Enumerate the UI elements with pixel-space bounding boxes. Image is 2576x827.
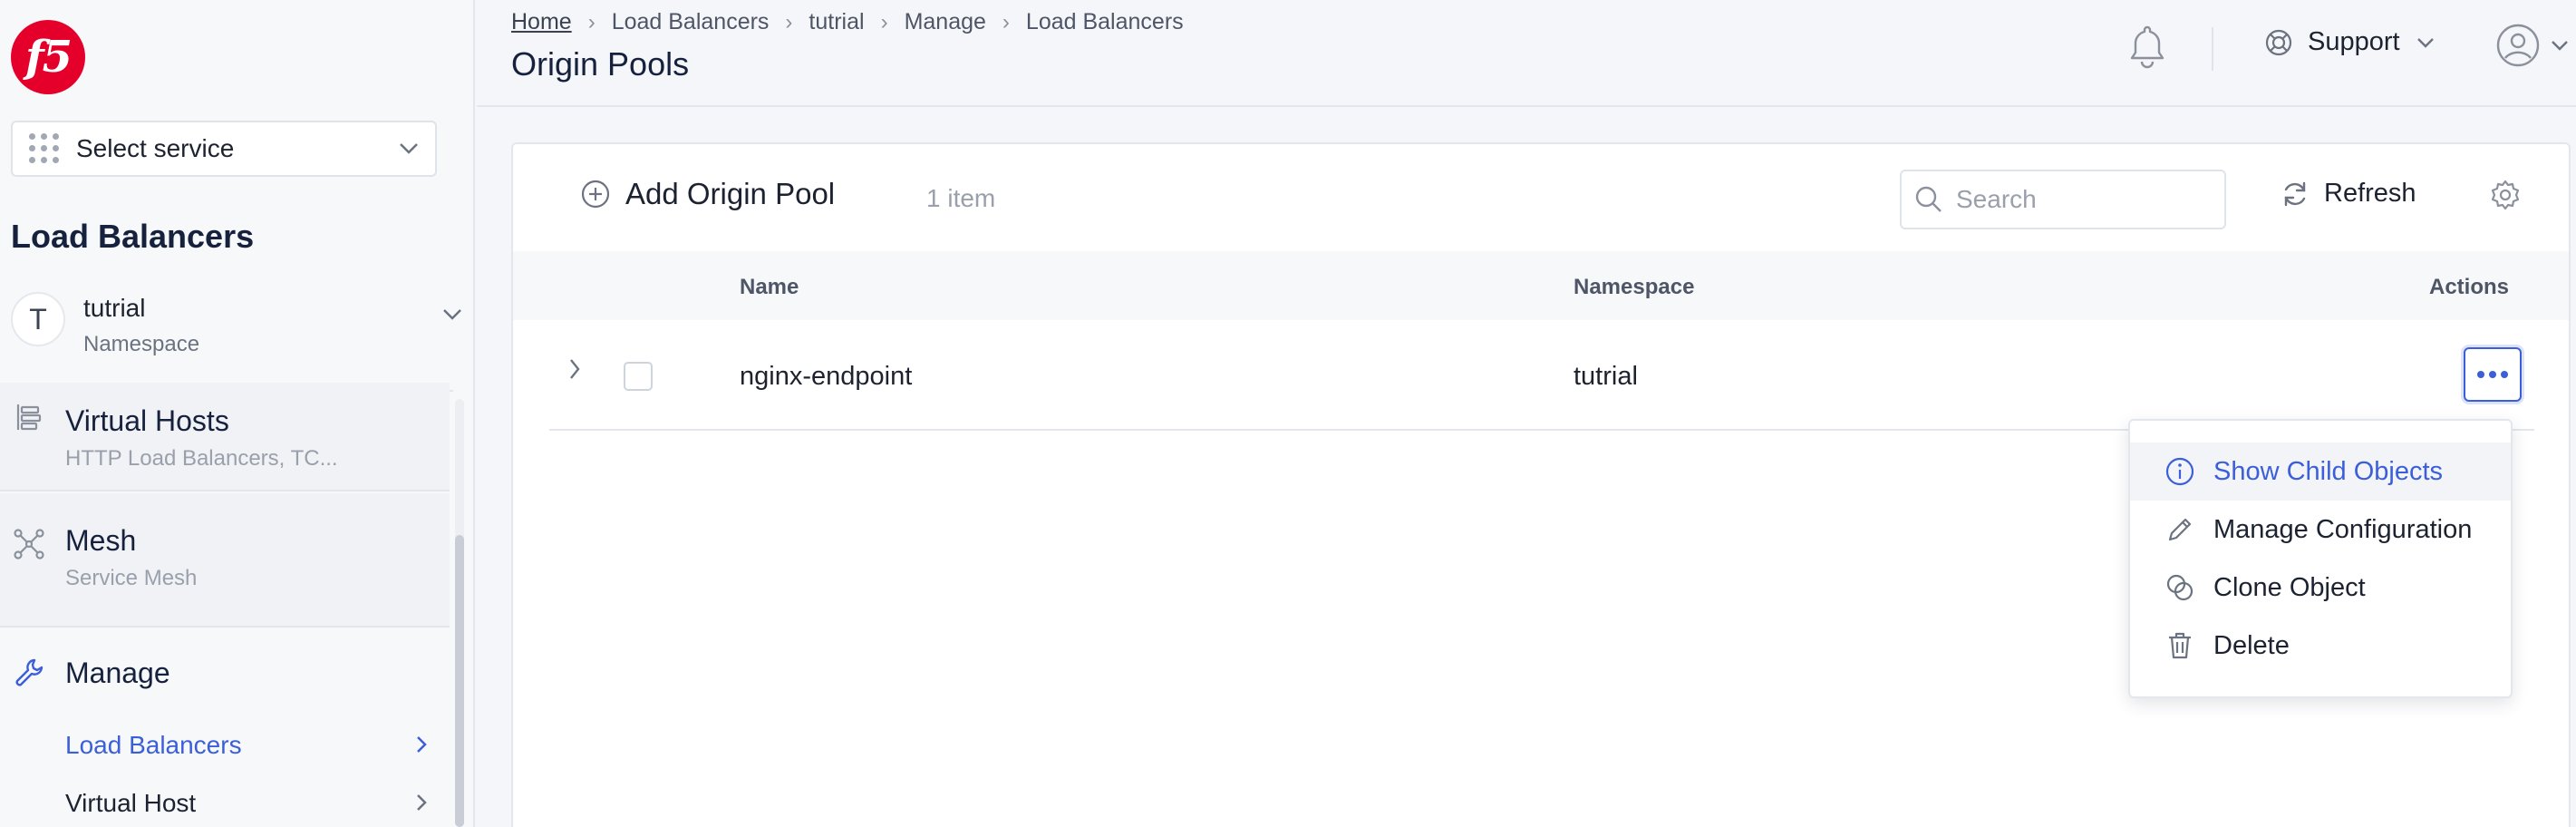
manage-title: Manage xyxy=(65,657,170,689)
user-menu[interactable] xyxy=(2494,22,2569,69)
menu-item-manage-configuration[interactable]: Manage Configuration xyxy=(2130,501,2511,559)
sidebar-section-manage: Manage Load Balancers Virtual Host xyxy=(0,629,450,827)
item-count: 1 item xyxy=(926,184,996,212)
more-dots-icon xyxy=(2477,371,2484,378)
sidebar-item-subtitle: HTTP Load Balancers, TC... xyxy=(65,446,338,471)
lifebuoy-icon xyxy=(2265,29,2292,55)
refresh-button[interactable]: Refresh xyxy=(2281,179,2416,209)
select-service-dropdown[interactable]: Select service xyxy=(11,121,437,177)
sidebar-scrollbar[interactable] xyxy=(455,399,464,827)
chevron-down-icon xyxy=(2552,41,2568,51)
select-service-label: Select service xyxy=(76,134,235,162)
row-actions-button[interactable] xyxy=(2464,347,2522,402)
chevron-right-icon xyxy=(417,736,427,753)
grid-dots-icon xyxy=(29,133,60,164)
table-row: nginx-endpoint tutrial xyxy=(549,320,2534,431)
sidebar-item-title: Virtual Hosts xyxy=(65,404,229,437)
menu-item-show-child-objects[interactable]: Show Child Objects xyxy=(2130,443,2511,501)
plus-circle-icon xyxy=(581,180,610,209)
breadcrumb-item[interactable]: Manage xyxy=(905,9,986,35)
breadcrumb-item[interactable]: Load Balancers xyxy=(612,9,770,35)
support-menu[interactable]: Support xyxy=(2264,27,2449,57)
bell-icon[interactable] xyxy=(2125,24,2170,71)
search-box[interactable] xyxy=(1900,170,2226,229)
add-origin-pool-label: Add Origin Pool xyxy=(625,177,836,210)
chevron-right-icon xyxy=(417,794,427,811)
sidebar: f5 Select service Load Balancers T tutri… xyxy=(0,0,475,827)
sidebar-link-virtual-host[interactable]: Virtual Host xyxy=(65,789,428,818)
section-title: Load Balancers xyxy=(11,218,255,255)
chevron-down-icon xyxy=(443,309,461,320)
page-title: Origin Pools xyxy=(511,45,690,83)
breadcrumb-separator-icon: › xyxy=(785,9,793,34)
sidebar-link-load-balancers[interactable]: Load Balancers xyxy=(65,731,428,760)
support-label: Support xyxy=(2308,27,2400,56)
row-checkbox[interactable] xyxy=(624,362,653,391)
sidebar-item-title: Mesh xyxy=(65,524,137,557)
mesh-icon xyxy=(14,529,44,559)
clone-icon xyxy=(2166,574,2193,601)
chevron-down-icon xyxy=(400,143,418,154)
refresh-icon xyxy=(2284,181,2306,206)
sidebar-link-label: Virtual Host xyxy=(65,789,197,817)
column-header-namespace[interactable]: Namespace xyxy=(1574,275,1694,300)
namespace-avatar: T xyxy=(11,292,65,346)
user-avatar-icon xyxy=(2496,24,2540,67)
column-header-actions: Actions xyxy=(2428,275,2509,299)
sidebar-nav: Virtual Hosts HTTP Load Balancers, TC...… xyxy=(0,383,453,827)
table-header: Name Namespace Actions xyxy=(513,251,2569,320)
menu-item-delete[interactable]: Delete xyxy=(2130,617,2511,675)
cell-namespace: tutrial xyxy=(1574,362,1638,391)
menu-item-clone-object[interactable]: Clone Object xyxy=(2130,559,2511,617)
virtual-hosts-icon xyxy=(16,404,42,431)
menu-item-label: Show Child Objects xyxy=(2213,456,2444,486)
scrollbar-thumb[interactable] xyxy=(455,535,464,827)
header-divider xyxy=(2212,27,2213,71)
gear-icon[interactable] xyxy=(2489,179,2522,211)
sidebar-item-subtitle: Service Mesh xyxy=(65,566,198,590)
breadcrumb-home[interactable]: Home xyxy=(511,9,572,35)
menu-item-label: Clone Object xyxy=(2213,572,2366,602)
pencil-icon xyxy=(2168,518,2192,541)
cell-name[interactable]: nginx-endpoint xyxy=(740,362,912,392)
sidebar-link-label: Load Balancers xyxy=(65,731,242,759)
wrench-icon xyxy=(15,658,44,686)
breadcrumb-separator-icon: › xyxy=(880,9,888,34)
row-actions-menu: Show Child Objects Manage Configuration … xyxy=(2128,419,2513,698)
breadcrumb-item: Load Balancers xyxy=(1025,9,1184,34)
info-icon xyxy=(2165,457,2194,486)
breadcrumb-separator-icon: › xyxy=(1002,9,1010,34)
toolbar: Add Origin Pool 1 item Refresh xyxy=(513,144,2569,251)
search-icon xyxy=(1915,186,1942,212)
search-input[interactable] xyxy=(1956,185,2210,214)
breadcrumb-separator-icon: › xyxy=(587,9,596,34)
menu-item-label: Manage Configuration xyxy=(2213,514,2473,544)
refresh-label: Refresh xyxy=(2324,179,2416,208)
f5-logo[interactable]: f5 xyxy=(11,20,85,94)
trash-icon xyxy=(2169,632,2191,659)
namespace-selector[interactable]: T tutrial Namespace xyxy=(0,281,462,390)
namespace-label: Namespace xyxy=(83,332,200,356)
breadcrumb: Home › Load Balancers › tutrial › Manage… xyxy=(511,9,1184,35)
menu-item-label: Delete xyxy=(2213,630,2290,660)
breadcrumb-item[interactable]: tutrial xyxy=(809,9,864,35)
page-header: Home › Load Balancers › tutrial › Manage… xyxy=(477,0,2576,107)
chevron-down-icon xyxy=(2416,37,2434,48)
sidebar-item-mesh[interactable]: Mesh Service Mesh xyxy=(0,493,450,628)
add-origin-pool-button[interactable]: Add Origin Pool xyxy=(580,177,835,211)
chevron-right-icon[interactable] xyxy=(567,356,582,382)
namespace-name: tutrial xyxy=(83,294,146,322)
sidebar-item-virtual-hosts[interactable]: Virtual Hosts HTTP Load Balancers, TC... xyxy=(0,383,450,491)
column-header-name[interactable]: Name xyxy=(740,275,799,300)
